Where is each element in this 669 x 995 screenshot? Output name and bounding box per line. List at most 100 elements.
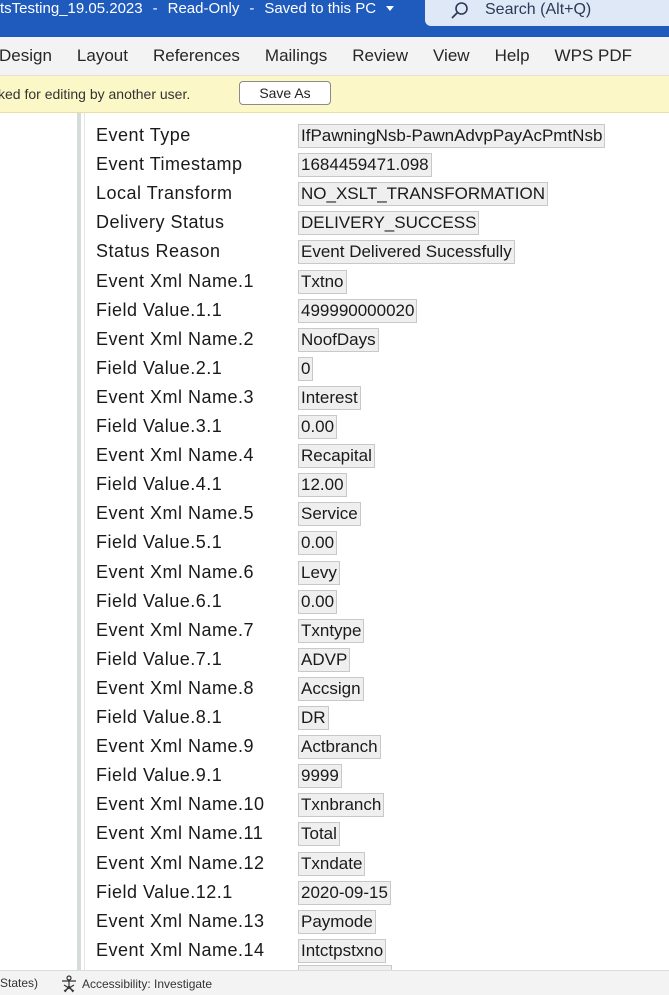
field-value[interactable]: 0.00	[298, 589, 338, 614]
tab-mailings[interactable]: Mailings	[265, 46, 327, 66]
field-row: Field Value.8.1 DR	[96, 703, 656, 732]
field-row: Field Value.4.1 12.00	[96, 470, 656, 499]
window-title: tsTesting_19.05.2023 - Read-Only - Saved…	[0, 0, 395, 17]
field-label: Event Xml Name.5	[96, 503, 255, 524]
field-value[interactable]: DR	[298, 706, 329, 730]
page-edge	[84, 113, 85, 970]
field-label: Field Value.2.1	[96, 357, 223, 378]
accessibility-label: Accessibility: Investigate	[82, 977, 213, 991]
field-row: Field Value.6.1 0.00	[96, 587, 656, 616]
field-row: Event Xml Name.9 Actbranch	[96, 732, 656, 761]
field-value[interactable]: Levy	[298, 560, 340, 585]
page-margin-bar	[77, 113, 81, 970]
field-value[interactable]: Interest	[298, 385, 361, 410]
field-label: Event Xml Name.8	[96, 677, 255, 698]
field-value[interactable]: Actbranch	[298, 735, 381, 760]
field-label: Event Xml Name.2	[96, 328, 255, 349]
field-row: Event Xml Name.4 Recapital	[96, 441, 656, 470]
tab-references[interactable]: References	[153, 46, 240, 66]
tab-wps-pdf[interactable]: WPS PDF	[555, 46, 632, 66]
field-label: Event Timestamp	[96, 154, 243, 175]
message-text: ked for editing by another user.	[0, 86, 191, 102]
field-label: Event Xml Name.12	[96, 852, 265, 873]
field-label: Event Xml Name.1	[96, 270, 255, 291]
document-name: tsTesting_19.05.2023	[0, 0, 143, 17]
field-row: Event Xml Name.12 Txndate	[96, 849, 656, 878]
field-value[interactable]: NoofDays	[298, 327, 379, 352]
save-status: Saved to this PC	[264, 0, 377, 17]
field-label: Field Value.6.1	[96, 590, 223, 611]
tab-review[interactable]: Review	[352, 46, 408, 66]
field-label: Event Xml Name.4	[96, 445, 255, 466]
field-value[interactable]: DELIVERY_SUCCESS	[298, 211, 480, 236]
field-value[interactable]: Txnbranch	[298, 793, 385, 818]
status-bar: States) Accessibility: Investigate	[0, 970, 669, 995]
field-row: Field Value.5.1 0.00	[96, 528, 656, 557]
field-label: Field Value.4.1	[96, 474, 223, 495]
field-row: Event Xml Name.11 Total	[96, 819, 656, 848]
accessibility-icon	[62, 975, 76, 993]
chevron-down-icon[interactable]	[386, 6, 395, 11]
field-value[interactable]: Intctpstxno	[298, 938, 387, 963]
field-label: Field Value.7.1	[96, 648, 223, 669]
field-label: Event Xml Name.10	[96, 794, 265, 815]
field-row: Event Xml Name.13 Paymode	[96, 907, 656, 936]
field-value[interactable]: ADVP	[298, 647, 351, 672]
field-row: Event Xml Name.10 Txnbranch	[96, 790, 656, 819]
field-label: Field Value.1.1	[96, 299, 223, 320]
field-label: Field Value.9.1	[96, 765, 223, 786]
field-value[interactable]: Paymode	[298, 909, 376, 934]
field-label: Delivery Status	[96, 212, 225, 233]
field-value[interactable]: 9999	[298, 764, 342, 789]
field-value[interactable]: 0.00	[298, 415, 338, 439]
field-value[interactable]: IfPawningNsb-PawnAdvpPayAcPmtNsb	[298, 124, 606, 148]
field-value[interactable]: Txndate	[298, 851, 366, 876]
field-value[interactable]: Service	[298, 502, 361, 527]
field-label: Event Xml Name.13	[96, 910, 265, 931]
field-row: Status Reason Event Delivered Sucessfully	[96, 237, 656, 266]
field-row: Event Xml Name.5 Service	[96, 499, 656, 528]
field-value[interactable]: 1684459471.098	[298, 153, 432, 178]
tab-help[interactable]: Help	[495, 46, 530, 66]
search-placeholder: Search (Alt+Q)	[485, 1, 592, 18]
field-value[interactable]: Event Delivered Sucessfully	[298, 240, 515, 265]
field-value[interactable]: 2020-09-15	[298, 880, 391, 905]
tab-view[interactable]: View	[433, 46, 470, 66]
field-value[interactable]: Recapital	[298, 444, 375, 469]
save-as-button[interactable]: Save As	[239, 81, 331, 105]
field-value[interactable]: 0.00	[298, 531, 338, 556]
field-row: Delivery Status DELIVERY_SUCCESS	[96, 208, 656, 237]
read-only-status: Read-Only	[167, 0, 240, 17]
field-row: Local Transform NO_XSLT_TRANSFORMATION	[96, 179, 656, 208]
field-row: Event Xml Name.1 Txtno	[96, 267, 656, 296]
field-value[interactable]: NO_XSLT_TRANSFORMATION	[298, 182, 549, 207]
field-value[interactable]: 0	[298, 356, 314, 381]
field-label: Field Value.8.1	[96, 707, 223, 727]
field-row: Event Xml Name.6 Levy	[96, 558, 656, 587]
field-row: Field Value.9.1 9999	[96, 761, 656, 790]
field-value[interactable]: Total	[298, 822, 340, 847]
document-canvas[interactable]: Event Type IfPawningNsb-PawnAdvpPayAcPmtN…	[0, 113, 669, 970]
read-only-message-bar: ked for editing by another user. Save As	[0, 76, 669, 113]
language-status[interactable]: States)	[0, 976, 38, 990]
search-box[interactable]: Search (Alt+Q)	[425, 0, 669, 26]
field-value[interactable]: Accsign	[298, 676, 364, 701]
field-label: Event Xml Name.11	[96, 823, 264, 844]
tab-layout[interactable]: Layout	[77, 46, 128, 66]
field-value[interactable]: 499990000020	[298, 298, 418, 323]
field-value[interactable]: Txtno	[298, 269, 347, 294]
ribbon-tabs: Design Layout References Mailings Review…	[0, 37, 669, 76]
field-row: Field Value.12.1 2020-09-15	[96, 878, 656, 907]
field-row: Event Xml Name.3 Interest	[96, 383, 656, 412]
field-value[interactable]: 12.00	[298, 473, 347, 498]
field-label: Event Xml Name.14	[96, 939, 265, 960]
field-label: Field Value.5.1	[96, 532, 223, 553]
field-row: Event Type IfPawningNsb-PawnAdvpPayAcPmtN…	[96, 121, 656, 150]
field-row: Event Timestamp 1684459471.098	[96, 150, 656, 179]
accessibility-status[interactable]: Accessibility: Investigate	[60, 975, 212, 993]
search-icon	[451, 2, 468, 19]
field-row: Field Value.1.1 499990000020	[96, 296, 656, 325]
field-label: Event Xml Name.7	[96, 619, 255, 640]
field-value[interactable]: Txntype	[298, 618, 365, 643]
tab-design[interactable]: Design	[0, 46, 52, 66]
